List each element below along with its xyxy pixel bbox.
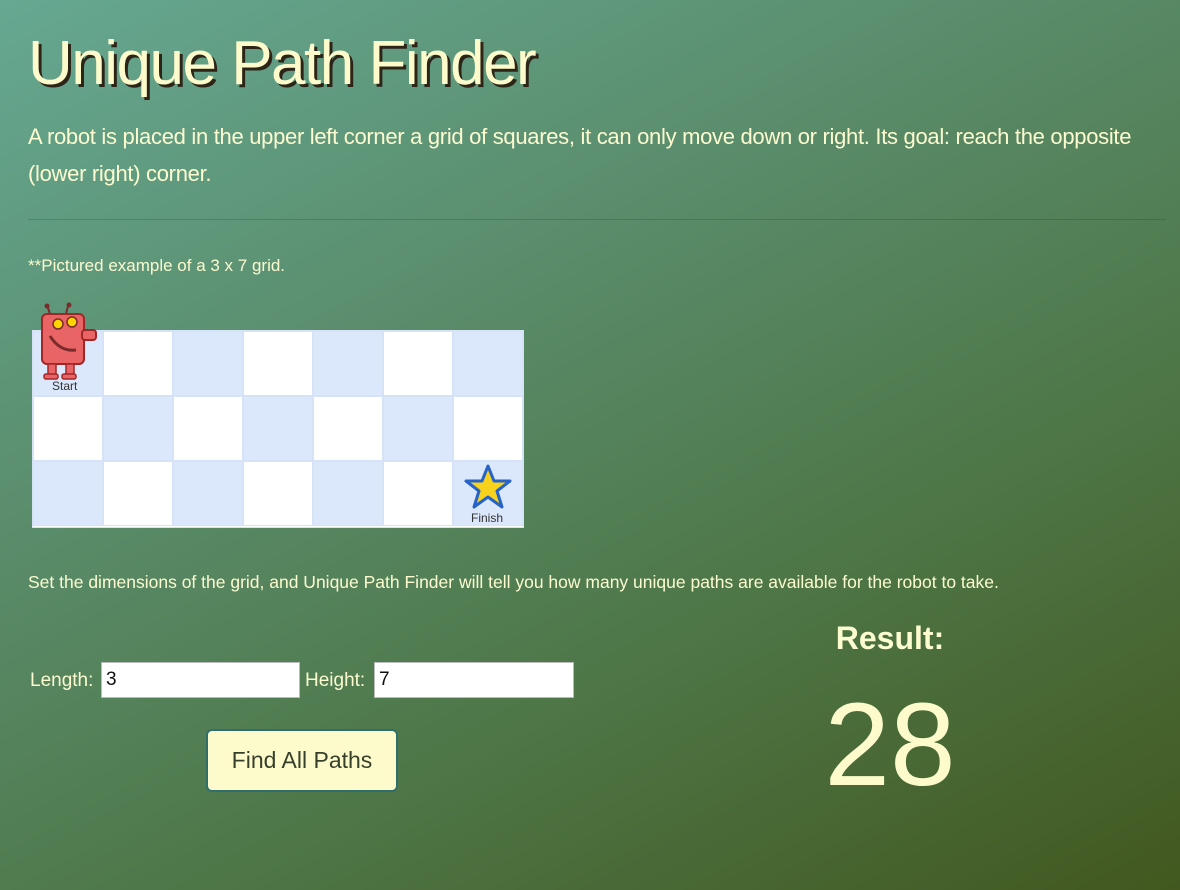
grid-cell <box>383 396 453 461</box>
grid-cell <box>173 461 243 526</box>
grid-cell <box>453 396 523 461</box>
grid-cell <box>33 461 103 526</box>
grid-cell <box>313 461 383 526</box>
example-note: **Pictured example of a 3 x 7 grid. <box>28 256 286 275</box>
result-value: 28 <box>824 679 956 811</box>
grid-cell <box>173 331 243 396</box>
grid-cell <box>383 461 453 526</box>
start-label: Start <box>52 379 78 393</box>
section-divider <box>28 219 1166 220</box>
grid-cell <box>453 331 523 396</box>
grid-cell <box>313 396 383 461</box>
grid-cell <box>313 331 383 396</box>
page-title: Unique Path Finder <box>28 29 537 98</box>
example-grid <box>32 330 524 528</box>
grid-cell <box>103 396 173 461</box>
find-all-paths-button[interactable]: Find All Paths <box>206 729 398 792</box>
result-heading: Result: <box>835 620 945 656</box>
instructions-text: Set the dimensions of the grid, and Uniq… <box>28 572 999 592</box>
grid-cell <box>103 461 173 526</box>
intro-description: A robot is placed in the upper left corn… <box>28 124 1132 186</box>
length-label: Length: <box>30 670 94 691</box>
height-label: Height: <box>305 670 366 691</box>
length-input[interactable] <box>101 662 300 698</box>
finish-label: Finish <box>471 511 504 525</box>
grid-cell <box>243 461 313 526</box>
grid-cell <box>173 396 243 461</box>
star-icon <box>464 464 512 510</box>
grid-cell <box>243 331 313 396</box>
grid-cell <box>383 331 453 396</box>
grid-cell <box>33 396 103 461</box>
grid-cell <box>243 396 313 461</box>
grid-cell <box>103 331 173 396</box>
height-input[interactable] <box>374 662 574 698</box>
